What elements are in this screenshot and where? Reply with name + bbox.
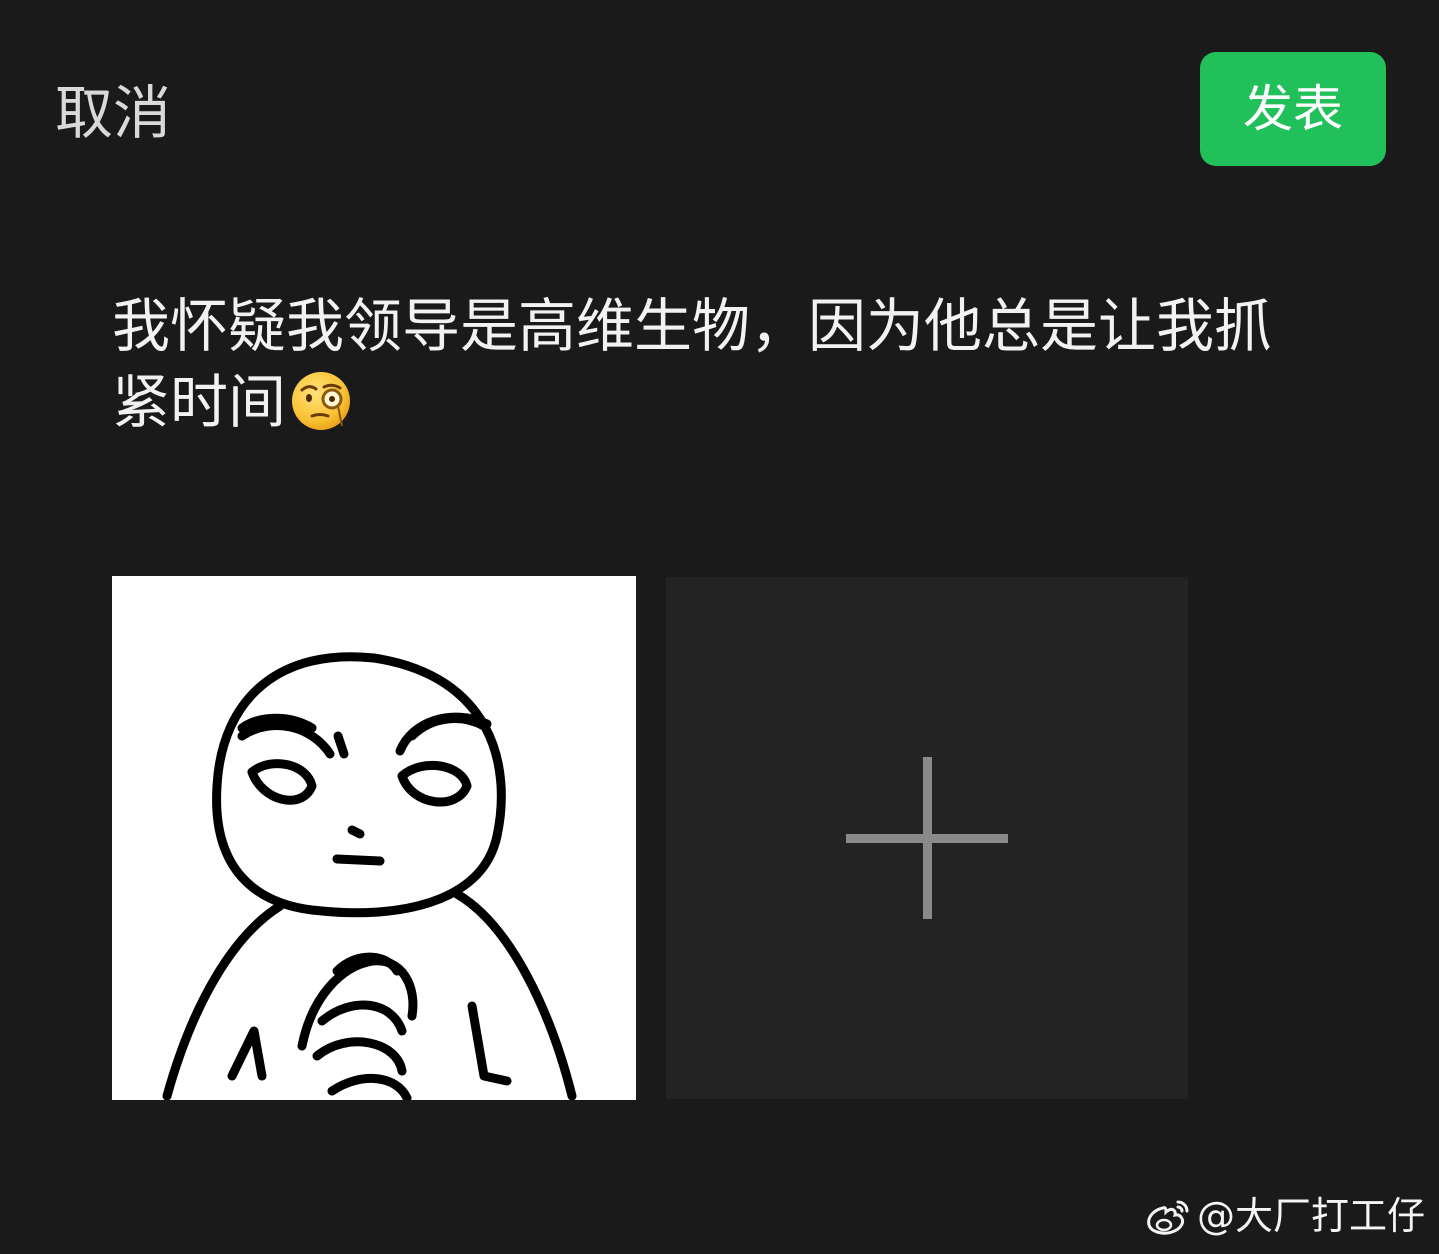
meme-clasped-hands-image xyxy=(162,652,577,1100)
publish-button[interactable]: 发表 xyxy=(1200,52,1386,166)
add-image-button[interactable] xyxy=(666,577,1188,1099)
watermark-text: @大厂打工仔 xyxy=(1196,1194,1425,1238)
post-text-editor[interactable]: 我怀疑我领导是高维生物，因为他总是让我抓紧时间 xyxy=(112,288,1312,440)
plus-icon-vertical xyxy=(923,757,932,919)
weibo-logo-icon xyxy=(1147,1200,1189,1235)
watermark: @大厂打工仔 xyxy=(1145,1192,1425,1240)
attached-image[interactable] xyxy=(112,576,636,1100)
cancel-button[interactable]: 取消 xyxy=(55,78,171,148)
monocle-face-icon xyxy=(290,370,352,432)
post-text: 我怀疑我领导是高维生物，因为他总是让我抓紧时间 xyxy=(112,292,1273,436)
top-bar: 取消 发表 xyxy=(0,0,1439,200)
